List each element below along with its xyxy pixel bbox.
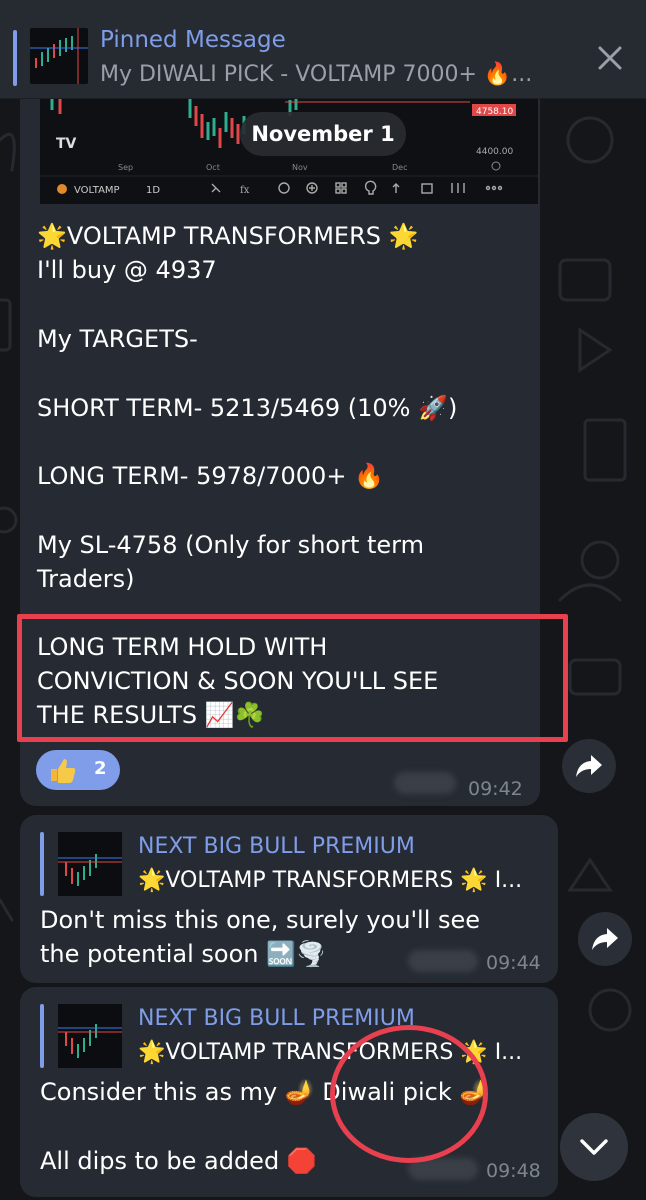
reply-thumbnail — [58, 1004, 122, 1068]
chevron-down-icon — [580, 1139, 608, 1155]
chart-price-label: 4758.10 — [476, 107, 513, 117]
message-line: I'll buy @ 4937 — [37, 256, 217, 284]
message-line: SHORT TERM- 5213/5469 (10% 🚀) — [37, 394, 458, 422]
scroll-down-button[interactable] — [560, 1113, 628, 1181]
chart-month-label: Sep — [118, 163, 133, 172]
reply-preview: 🌟VOLTAMP TRANSFORMERS 🌟 I... — [138, 868, 523, 893]
red-highlight-box — [17, 614, 568, 742]
pinned-thumbnail — [30, 28, 88, 84]
message-line: the potential soon 🔜🌪️ — [40, 940, 326, 968]
svg-text:TV: TV — [56, 136, 77, 152]
reaction-count: 2 — [94, 758, 107, 779]
message-line: 🌟VOLTAMP TRANSFORMERS 🌟 — [37, 222, 419, 250]
pinned-title: Pinned Message — [100, 27, 286, 53]
message-line: LONG TERM- 5978/7000+ 🔥 — [37, 462, 384, 490]
pinned-accent-bar — [13, 30, 17, 86]
close-icon[interactable] — [596, 44, 624, 72]
reply-accent-bar — [40, 832, 44, 896]
reply-thumbnail — [58, 832, 122, 896]
message-line: Don't miss this one, surely you'll see — [40, 906, 481, 934]
message-line: My SL-4758 (Only for short term — [37, 531, 424, 559]
date-pill: November 1 — [240, 112, 406, 156]
share-button[interactable] — [578, 912, 632, 966]
reply-accent-bar — [40, 1004, 44, 1068]
blurred-views — [394, 772, 456, 794]
reply-title: NEXT BIG BULL PREMIUM — [138, 1006, 415, 1031]
svg-text:fx: fx — [240, 185, 250, 196]
pinned-message-bar[interactable]: Pinned Message My DIWALI PICK - VOLTAMP … — [0, 0, 646, 99]
pinned-preview: My DIWALI PICK - VOLTAMP 7000+ 🔥... — [100, 62, 533, 87]
reply-title: NEXT BIG BULL PREMIUM — [138, 834, 415, 859]
message-line: My TARGETS- — [37, 325, 198, 353]
thumbs-up-icon — [51, 759, 76, 783]
share-icon — [576, 755, 602, 777]
share-icon — [592, 928, 618, 950]
message-time: 09:42 — [468, 778, 523, 800]
chart-symbol: VOLTAMP — [74, 185, 120, 196]
chart-price-label: 4400.00 — [476, 147, 513, 157]
message-time: 09:48 — [486, 1160, 541, 1182]
chart-month-label: Oct — [206, 163, 220, 172]
red-circle-annotation — [330, 1025, 488, 1163]
blurred-views — [408, 950, 478, 972]
message-line: All dips to be added 🛑 — [40, 1147, 317, 1175]
share-button[interactable] — [562, 739, 616, 793]
chart-month-label: Nov — [292, 163, 308, 172]
message-time: 09:44 — [486, 952, 541, 974]
chart-month-label: Dec — [392, 163, 407, 172]
reaction-chip[interactable]: 2 — [36, 750, 120, 790]
chart-interval: 1D — [146, 185, 160, 196]
message-line: Traders) — [37, 565, 135, 593]
